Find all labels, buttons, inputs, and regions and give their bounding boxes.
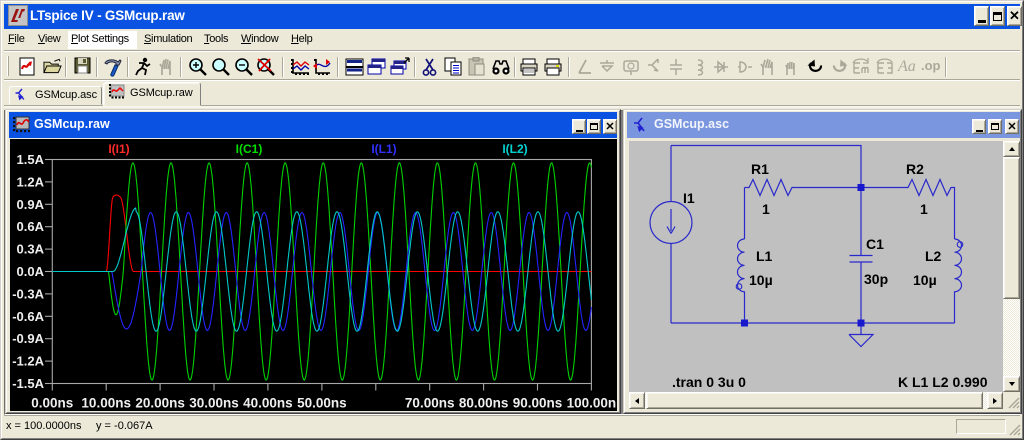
svg-text:K L1 L2 0.990: K L1 L2 0.990 <box>898 374 988 390</box>
svg-text:0.6A: 0.6A <box>17 219 45 234</box>
svg-text:80.00ns: 80.00ns <box>459 396 509 411</box>
svg-text:R2: R2 <box>906 161 924 177</box>
svg-text:30.00ns: 30.00ns <box>189 396 239 411</box>
svg-text:L2: L2 <box>925 248 942 264</box>
svg-text:90.00ns: 90.00ns <box>513 396 563 411</box>
svg-text:20.00ns: 20.00ns <box>135 396 185 411</box>
svg-text:I(L2): I(L2) <box>502 142 527 156</box>
svg-text:.tran 0 3u 0: .tran 0 3u 0 <box>672 374 746 390</box>
svg-text:-1.5A: -1.5A <box>12 376 44 391</box>
svg-text:30p: 30p <box>864 271 888 287</box>
svg-text:I1: I1 <box>683 190 695 206</box>
svg-text:0.3A: 0.3A <box>17 242 45 257</box>
svg-text:70.00ns: 70.00ns <box>405 396 455 411</box>
svg-text:1.2A: 1.2A <box>17 174 45 189</box>
svg-text:1: 1 <box>762 201 770 217</box>
svg-text:L1: L1 <box>756 248 773 264</box>
svg-text:0.00ns: 0.00ns <box>31 396 73 411</box>
svg-text:I(L1): I(L1) <box>371 142 396 156</box>
svg-text:40.00ns: 40.00ns <box>243 396 293 411</box>
svg-text:1.5A: 1.5A <box>17 152 45 167</box>
svg-text:R1: R1 <box>751 161 769 177</box>
svg-text:50.00ns: 50.00ns <box>297 396 347 411</box>
svg-text:-0.3A: -0.3A <box>12 286 44 301</box>
svg-text:10.00ns: 10.00ns <box>81 396 131 411</box>
svg-text:I(C1): I(C1) <box>236 142 263 156</box>
svg-text:100.00n: 100.00n <box>567 396 617 411</box>
svg-text:-0.6A: -0.6A <box>12 309 44 324</box>
svg-text:I(I1): I(I1) <box>108 142 129 156</box>
svg-text:1: 1 <box>920 201 928 217</box>
svg-text:-1.2A: -1.2A <box>12 354 44 369</box>
svg-text:-0.9A: -0.9A <box>12 331 44 346</box>
svg-text:10µ: 10µ <box>749 272 773 288</box>
svg-text:C1: C1 <box>866 236 884 252</box>
svg-text:0.9A: 0.9A <box>17 197 45 212</box>
svg-text:10µ: 10µ <box>913 272 937 288</box>
svg-text:0.0A: 0.0A <box>17 264 45 279</box>
